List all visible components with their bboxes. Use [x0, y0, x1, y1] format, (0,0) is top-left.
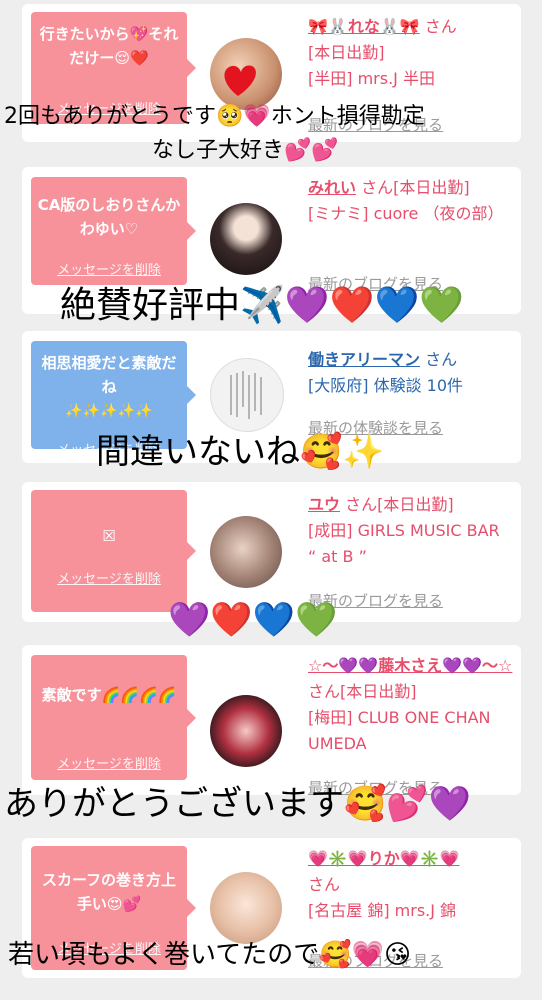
message-card: 素敵です🌈🌈🌈🌈 メッセージを削除 ☆〜💜💜藤木さえ💜💜〜☆ さん[本日出勤] …: [22, 645, 521, 797]
review-count-text: [大阪府] 体験談 10件: [308, 376, 464, 395]
honorific: さん: [308, 875, 341, 894]
message-bubble: CA版のしおりさんかわゆい♡ メッセージを削除: [31, 177, 196, 285]
document-icon: [230, 371, 262, 419]
delete-message-link[interactable]: メッセージを削除: [31, 568, 187, 587]
caption-text: 間違いないね🥰✨: [96, 432, 385, 472]
bubble-text: ☒: [102, 527, 116, 545]
honorific: さん[本日出勤]: [308, 682, 417, 701]
user-info: ☆〜💜💜藤木さえ💜💜〜☆ さん[本日出勤] [梅田] CLUB ONE CHAN…: [308, 653, 513, 757]
shop-text: [半田] mrs.J 半田: [308, 69, 435, 88]
avatar[interactable]: [210, 203, 282, 275]
shop-text: [梅田] CLUB ONE CHAN UMEDA: [308, 708, 491, 753]
avatar[interactable]: [210, 516, 282, 588]
honorific: さん: [424, 17, 457, 36]
user-name-link[interactable]: 働きアリーマン: [308, 350, 420, 369]
caption-text: 2回もありがとうです🥺💗ホント損得勘定: [4, 104, 425, 129]
status-text: [本日出勤]: [308, 43, 385, 62]
honorific: さん[本日出勤]: [345, 495, 454, 514]
user-name-link[interactable]: 💗✳️💗りか💗✳️💗: [308, 849, 460, 868]
user-name-link[interactable]: 🎀🐰れな🐰🎀: [308, 17, 420, 36]
caption-text: なし子大好き💕💕: [152, 138, 339, 163]
message-bubble: ☒ メッセージを削除: [31, 490, 196, 612]
bubble-text: 相思相愛だと素敵だね: [41, 354, 177, 396]
caption-text: 💜❤️💙💚: [168, 600, 338, 640]
caption-text: ありがとうございます🥰💕💜: [4, 784, 472, 824]
user-info: 働きアリーマン さん [大阪府] 体験談 10件: [308, 347, 513, 399]
user-info: ユウ さん[本日出勤] [成田] GIRLS MUSIC BAR “ at B …: [308, 492, 513, 570]
caption-text: 絶賛好評中✈️💜❤️💙💚: [60, 285, 465, 326]
shop-text: [名古屋 錦] mrs.J 錦: [308, 901, 457, 920]
avatar[interactable]: [210, 358, 284, 432]
bubble-text: 素敵です🌈🌈🌈🌈: [41, 686, 177, 704]
message-bubble: 素敵です🌈🌈🌈🌈 メッセージを削除: [31, 655, 196, 780]
user-name-link[interactable]: みれい: [308, 178, 356, 197]
user-info: 🎀🐰れな🐰🎀 さん [本日出勤] [半田] mrs.J 半田: [308, 14, 513, 92]
bubble-text: スカーフの巻き方上手い😍💕: [41, 871, 177, 913]
user-name-link[interactable]: ユウ: [308, 495, 340, 514]
caption-text: 若い頃もよく巻いてたので🥰💗😘: [8, 940, 412, 970]
user-info: 💗✳️💗りか💗✳️💗 さん [名古屋 錦] mrs.J 錦: [308, 846, 513, 924]
delete-message-link[interactable]: メッセージを削除: [31, 753, 187, 772]
bubble-text: 行きたいから💖それだけー😌❤️: [39, 25, 179, 67]
shop-text: [成田] GIRLS MUSIC BAR “ at B ”: [308, 521, 500, 566]
user-info: みれい さん[本日出勤] [ミナミ] cuore （夜の部）: [308, 175, 513, 227]
user-name-link[interactable]: ☆〜💜💜藤木さえ💜💜〜☆: [308, 656, 512, 675]
sparkle-text: ✨✨✨✨✨: [65, 403, 153, 419]
honorific: さん[本日出勤]: [361, 178, 470, 197]
avatar[interactable]: [210, 695, 282, 767]
shop-text: [ミナミ] cuore （夜の部）: [308, 204, 504, 223]
honorific: さん: [425, 350, 458, 369]
bubble-text: CA版のしおりさんかわゆい♡: [37, 196, 181, 238]
